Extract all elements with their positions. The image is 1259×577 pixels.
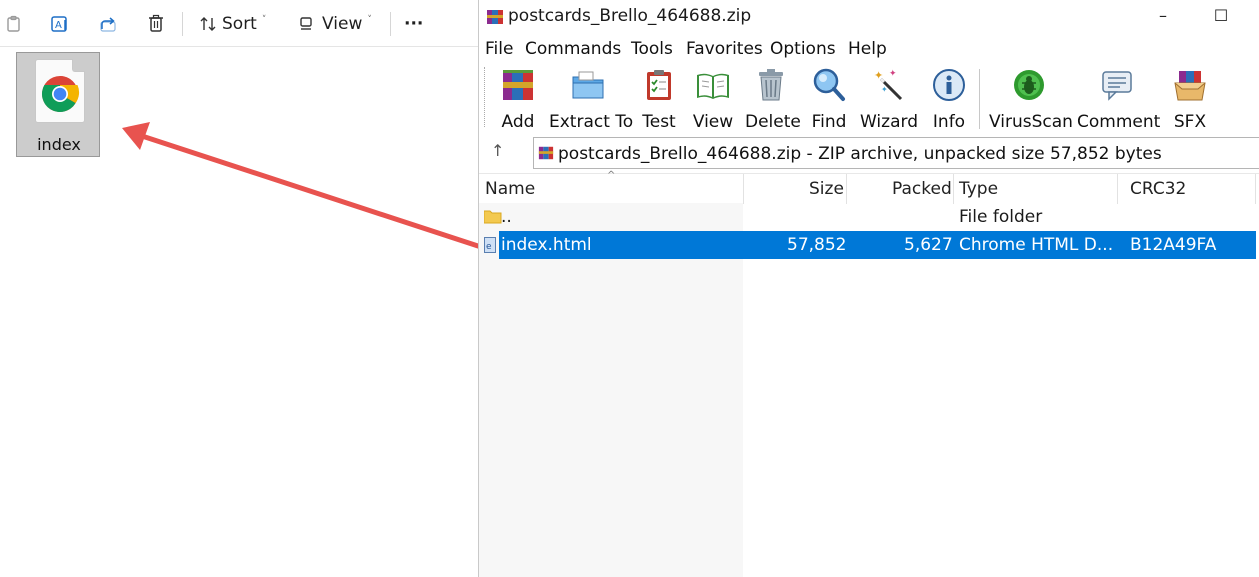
- virusscan-button[interactable]: VirusScan: [989, 67, 1073, 132]
- minimize-button[interactable]: –: [1149, 6, 1177, 25]
- winrar-app-icon: [487, 10, 503, 24]
- row-type: File folder: [959, 207, 1043, 227]
- column-crc32[interactable]: CRC32: [1130, 179, 1186, 199]
- clipboard-check-icon: [647, 70, 671, 100]
- extract-to-button[interactable]: Extract To: [549, 67, 634, 132]
- svg-text:✦: ✦: [889, 69, 897, 79]
- toolbar-grip: [484, 67, 488, 127]
- file-list-header: ^ Name Size Packed Type CRC32: [479, 170, 1259, 204]
- sfx-label: SFX: [1173, 112, 1207, 132]
- column-size[interactable]: Size: [809, 179, 844, 199]
- menu-favorites[interactable]: Favorites: [686, 39, 763, 59]
- magic-wand-icon: ✦ ✦✦: [874, 69, 903, 101]
- virusscan-label: VirusScan: [989, 112, 1073, 132]
- column-divider: [846, 174, 847, 204]
- table-row-selected[interactable]: e index.html 57,852 5,627 Chrome HTML D.…: [479, 231, 1259, 259]
- menu-file[interactable]: File: [485, 39, 513, 59]
- wizard-label: Wizard: [860, 112, 918, 132]
- find-label: Find: [811, 112, 847, 132]
- menu-options[interactable]: Options: [770, 39, 836, 59]
- test-label: Test: [642, 112, 676, 132]
- folder-icon: [484, 210, 502, 224]
- sfx-button[interactable]: SFX: [1169, 67, 1211, 132]
- comment-label: Comment: [1077, 112, 1161, 132]
- address-text: postcards_Brello_464688.zip - ZIP archiv…: [558, 144, 1162, 164]
- magnifier-icon: [813, 68, 845, 101]
- title-bar: postcards_Brello_464688.zip – ☐: [479, 0, 1259, 34]
- row-type: Chrome HTML D...: [959, 235, 1114, 255]
- comment-icon: [1102, 71, 1132, 101]
- row-size: 57,852: [787, 235, 847, 255]
- bug-icon: [1014, 70, 1044, 100]
- test-button[interactable]: Test: [639, 67, 679, 132]
- info-button[interactable]: Info: [931, 67, 967, 132]
- html-file-icon: e: [484, 237, 496, 253]
- winrar-toolbar: Add Extract To Test View Delete Find ✦ ✦ ✦…: [479, 63, 1259, 133]
- archive-add-icon: [503, 70, 533, 100]
- row-crc32: B12A49FA: [1130, 235, 1217, 255]
- svg-text:e: e: [486, 242, 492, 252]
- column-name[interactable]: Name: [485, 179, 535, 199]
- folder-extract-icon: [572, 71, 604, 99]
- column-packed[interactable]: Packed: [892, 179, 952, 199]
- row-name: index.html: [501, 235, 592, 255]
- info-label: Info: [932, 112, 966, 132]
- toolbar-divider: [979, 69, 980, 129]
- add-button[interactable]: Add: [498, 67, 538, 132]
- window-title: postcards_Brello_464688.zip: [508, 6, 752, 26]
- find-button[interactable]: Find: [809, 67, 849, 132]
- extract-to-label: Extract To: [549, 112, 634, 132]
- add-label: Add: [501, 112, 535, 132]
- delete-label: Delete: [745, 112, 801, 132]
- row-packed: 5,627: [904, 235, 953, 255]
- column-divider: [743, 174, 744, 204]
- winrar-window: postcards_Brello_464688.zip – ☐ File Com…: [478, 0, 1259, 577]
- column-divider: [1255, 174, 1256, 204]
- delete-button[interactable]: Delete: [745, 67, 801, 132]
- name-column-background: [479, 203, 743, 577]
- column-type[interactable]: Type: [959, 179, 998, 199]
- menu-help[interactable]: Help: [848, 39, 887, 59]
- menu-bar: File Commands Tools Favorites Options He…: [479, 36, 1259, 62]
- trash-can-icon: [759, 69, 783, 101]
- row-name: ..: [501, 207, 512, 227]
- column-divider: [1117, 174, 1118, 204]
- sort-ascending-icon: ^: [607, 170, 616, 181]
- svg-text:✦: ✦: [881, 85, 888, 94]
- menu-tools[interactable]: Tools: [631, 39, 673, 59]
- archive-icon: [538, 146, 554, 160]
- table-row[interactable]: .. File folder: [479, 203, 1259, 231]
- address-bar[interactable]: postcards_Brello_464688.zip - ZIP archiv…: [533, 137, 1259, 169]
- arrow-up-icon: ↑: [491, 141, 505, 160]
- wizard-button[interactable]: ✦ ✦ ✦ Wizard: [859, 67, 919, 132]
- view-file-button[interactable]: View: [691, 67, 735, 132]
- address-bar-row: ↑ postcards_Brello_464688.zip - ZIP arch…: [479, 137, 1259, 171]
- book-icon: [697, 73, 729, 99]
- menu-commands[interactable]: Commands: [525, 39, 621, 59]
- sfx-box-icon: [1174, 71, 1206, 101]
- column-divider: [953, 174, 954, 204]
- svg-text:✦: ✦: [874, 69, 883, 82]
- info-icon: [933, 69, 965, 101]
- comment-button[interactable]: Comment: [1077, 67, 1161, 132]
- view-label: View: [692, 112, 734, 132]
- up-one-level-button[interactable]: ↑: [491, 141, 504, 160]
- maximize-button[interactable]: ☐: [1207, 6, 1235, 25]
